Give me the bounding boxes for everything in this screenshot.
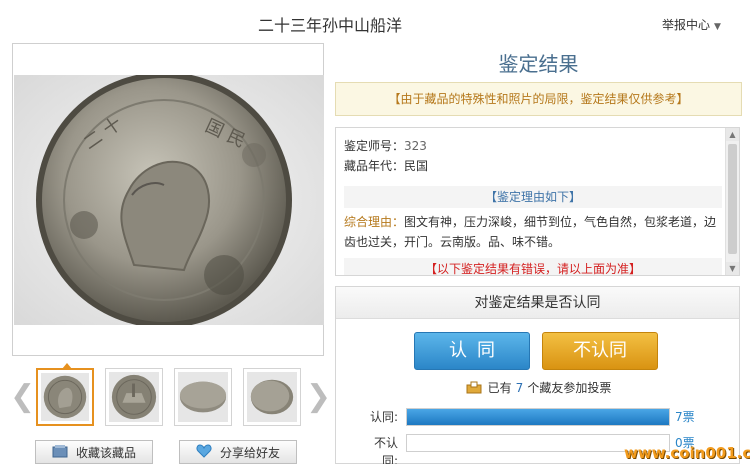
prev-arrow-icon[interactable]: ❮ xyxy=(10,382,35,412)
collect-box-icon xyxy=(52,444,68,461)
summary-prefix: 已有 xyxy=(487,381,512,395)
coin-photo[interactable]: 二 十 国 民 xyxy=(14,75,324,325)
thumbnail-1[interactable] xyxy=(36,363,94,426)
era-value: 民国 xyxy=(404,159,429,173)
agree-progress-fill xyxy=(407,409,669,425)
site-watermark: www.coin001.com xyxy=(624,444,750,462)
appraisal-content: 鉴定师号：323 藏品年代：民国 【鉴定理由如下】 综合理由：图文有神，压力深峻… xyxy=(344,136,722,275)
appraiser-label: 鉴定师号： xyxy=(344,139,405,153)
appraiser-row: 鉴定师号：323 xyxy=(344,136,722,156)
heart-icon xyxy=(196,443,212,461)
era-label: 藏品年代： xyxy=(344,159,405,173)
report-center-label: 举报中心 xyxy=(662,18,711,32)
disclaimer-notice: 【由于藏品的特殊性和照片的局限，鉴定结果仅供参考】 xyxy=(335,82,742,116)
title-bar: 二十三年孙中山船洋 举报中心 ▼ xyxy=(0,0,750,42)
thumbnail-2[interactable] xyxy=(105,368,163,426)
collect-button[interactable]: 收藏该藏品 xyxy=(35,440,153,464)
scroll-down-icon[interactable]: ▼ xyxy=(726,262,739,275)
summary-count: 7 xyxy=(515,381,524,395)
main-photo-frame: 二 十 国 民 xyxy=(12,43,324,356)
scroll-up-icon[interactable]: ▲ xyxy=(726,128,739,141)
collect-label: 收藏该藏品 xyxy=(75,445,136,460)
result-title: 鉴定结果 xyxy=(498,52,579,76)
details-scrollbar[interactable]: ▲ ▼ xyxy=(725,128,739,275)
appraisal-details[interactable]: 鉴定师号：323 藏品年代：民国 【鉴定理由如下】 综合理由：图文有神，压力深峻… xyxy=(335,127,740,276)
active-marker-icon xyxy=(62,363,72,369)
summary-suffix: 个藏友参加投票 xyxy=(527,381,612,395)
chevron-down-icon: ▼ xyxy=(714,22,721,32)
disagree-button[interactable]: 不认同 xyxy=(542,332,658,370)
report-center-link[interactable]: 举报中心 ▼ xyxy=(662,16,721,33)
thumbnail-3[interactable] xyxy=(174,368,232,426)
thumbnail-strip: ❮ ❯ xyxy=(10,363,331,430)
appraiser-value: 323 xyxy=(404,139,427,153)
era-row: 藏品年代：民国 xyxy=(344,156,722,176)
agree-progress-track xyxy=(406,408,670,426)
vote-panel: 对鉴定结果是否认同 认同 不认同 已有 7 个藏友参加投票 认同: 7票 不认同: … xyxy=(335,286,740,464)
next-arrow-icon[interactable]: ❯ xyxy=(306,382,331,412)
agree-tally-row: 认同: 7票 xyxy=(336,408,741,426)
disagree-row-label: 不认同: xyxy=(373,436,398,464)
reason-label: 综合理由： xyxy=(344,215,405,229)
reason-header: 【鉴定理由如下】 xyxy=(344,186,722,208)
vote-summary: 已有 7 个藏友参加投票 xyxy=(336,379,741,397)
ballot-box-icon xyxy=(466,381,482,397)
reason-paragraph: 综合理由：图文有神，压力深峻，细节到位，气色自然，包浆老道，边齿也过关，开门。云… xyxy=(344,212,722,252)
scroll-thumb[interactable] xyxy=(728,144,737,254)
vote-header: 对鉴定结果是否认同 xyxy=(336,287,739,319)
agree-votes: 7票 xyxy=(675,410,695,424)
thumbnail-4[interactable] xyxy=(243,368,301,426)
page-title: 二十三年孙中山船洋 xyxy=(257,16,402,35)
share-label: 分享给好友 xyxy=(219,445,280,460)
agree-button[interactable]: 认同 xyxy=(414,332,530,370)
warning-header: 【以下鉴定结果有错误，请以上面为准】 xyxy=(344,258,722,275)
share-button[interactable]: 分享给好友 xyxy=(179,440,297,464)
agree-row-label: 认同: xyxy=(369,410,398,424)
